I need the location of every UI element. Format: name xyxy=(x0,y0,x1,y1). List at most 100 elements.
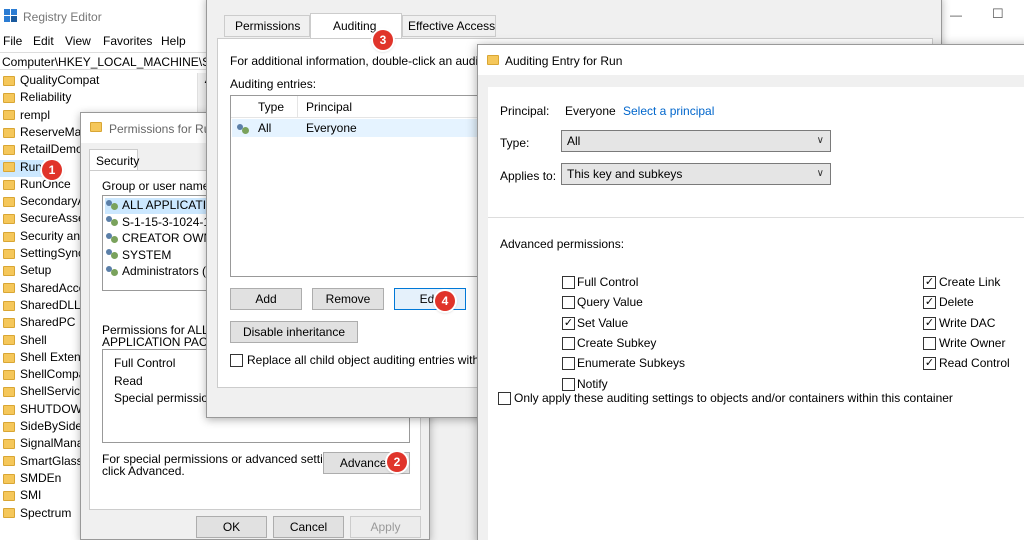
tree-item[interactable]: SmartGlass xyxy=(0,454,83,471)
tree-item-label: SecondaryA xyxy=(20,194,86,209)
tab-permissions[interactable]: Permissions xyxy=(224,15,310,37)
remove-button[interactable]: Remove xyxy=(312,288,384,310)
only-apply-label: Only apply these auditing settings to ob… xyxy=(514,391,953,405)
tree-item-label: ShellService xyxy=(20,384,87,399)
only-apply-checkbox[interactable] xyxy=(498,392,511,405)
tree-item-label: Reliability xyxy=(20,90,72,105)
permission-label: Write DAC xyxy=(939,315,996,330)
tree-item[interactable]: ShellCompa xyxy=(0,367,85,384)
tree-item[interactable]: ReserveMan xyxy=(0,125,88,142)
list-header: Type Principal xyxy=(231,96,479,118)
replace-child-checkbox[interactable] xyxy=(230,354,243,367)
minimize-icon[interactable]: — xyxy=(950,8,962,22)
users-icon xyxy=(105,265,119,278)
permission-checkbox[interactable] xyxy=(923,336,936,350)
permission-checkbox[interactable]: ✓ xyxy=(562,316,575,330)
tree-item[interactable]: SHUTDOWN xyxy=(0,402,91,419)
tree-item[interactable]: SettingSync xyxy=(0,246,84,263)
tree-item[interactable]: SMI xyxy=(0,488,41,505)
maximize-icon[interactable]: ☐ xyxy=(992,6,1004,22)
tree-item-label: rempl xyxy=(20,107,51,122)
tree-item[interactable]: SharedAcces xyxy=(0,281,91,298)
permission-checkbox[interactable] xyxy=(562,377,575,391)
permission-checkbox[interactable]: ✓ xyxy=(923,296,936,310)
tree-item[interactable]: RetailDemo xyxy=(0,142,83,159)
permission-label: Delete xyxy=(939,295,974,310)
add-button[interactable]: Add xyxy=(230,288,302,310)
permission-checkbox[interactable] xyxy=(562,296,575,310)
regedit-address-bar[interactable]: Computer\HKEY_LOCAL_MACHINE\SOF xyxy=(0,52,215,70)
tree-item[interactable]: ShellService xyxy=(0,384,87,401)
step-badge-1: 1 xyxy=(42,160,62,180)
menu-file[interactable]: File xyxy=(3,34,22,48)
tree-item[interactable]: SecondaryA xyxy=(0,194,85,211)
tree-item[interactable]: Spectrum xyxy=(0,506,71,523)
auditing-entry-row[interactable]: All Everyone xyxy=(232,119,478,137)
tree-item[interactable]: SMDEn xyxy=(0,471,61,488)
permission-checkbox[interactable] xyxy=(562,276,575,289)
tree-item[interactable]: Reliability xyxy=(0,90,71,107)
type-select-value: All xyxy=(567,134,581,148)
tree-item[interactable]: rempl xyxy=(0,108,50,125)
applies-to-select[interactable]: This key and subkeys ∨ xyxy=(561,163,831,185)
tree-item[interactable]: SecureAsses xyxy=(0,211,91,228)
folder-icon xyxy=(3,179,15,190)
tree-item[interactable]: SharedPC xyxy=(0,315,75,332)
select-principal-link[interactable]: Select a principal xyxy=(623,104,714,118)
folder-icon xyxy=(3,266,15,277)
folder-icon xyxy=(3,214,15,225)
user-name: S-1-15-3-1024-106 xyxy=(122,214,211,229)
regedit-title: Registry Editor xyxy=(23,10,102,24)
col-type[interactable]: Type xyxy=(258,100,284,114)
folder-icon xyxy=(3,75,15,86)
menu-favorites[interactable]: Favorites xyxy=(103,34,152,48)
tree-item-label: QualityCompat xyxy=(20,73,100,87)
tree-item[interactable]: SignalManag xyxy=(0,436,90,453)
auditing-info-text: For additional information, double-click… xyxy=(230,54,482,68)
permission-checkbox[interactable]: ✓ xyxy=(923,316,936,330)
type-label: Type: xyxy=(500,136,530,150)
permission-checkbox[interactable] xyxy=(562,336,575,350)
tree-item[interactable]: RunOnce xyxy=(0,177,71,194)
perm-item: Full Control xyxy=(114,356,176,370)
tree-item-label: ReserveMan xyxy=(20,124,89,139)
ok-button[interactable]: OK xyxy=(196,516,267,538)
tree-item[interactable]: Run xyxy=(0,159,44,177)
auditing-entries-label: Auditing entries: xyxy=(230,77,317,91)
apply-button[interactable]: Apply xyxy=(350,516,421,538)
tree-item[interactable]: SideBySide xyxy=(0,419,82,436)
tree-item[interactable]: SharedDLLs xyxy=(0,298,87,315)
users-icon xyxy=(105,249,119,261)
permission-checkbox[interactable] xyxy=(562,357,575,371)
user-list-item[interactable]: ALL APPLICATION xyxy=(105,198,211,214)
permission-checkbox[interactable]: ✓ xyxy=(923,276,936,289)
menu-edit[interactable]: Edit xyxy=(33,34,54,48)
type-select[interactable]: All ∨ xyxy=(561,130,831,152)
user-list-item[interactable]: CREATOR OWNE xyxy=(105,231,211,247)
folder-icon xyxy=(3,162,15,173)
tree-item[interactable]: Security and xyxy=(0,229,87,246)
menu-help[interactable]: Help xyxy=(161,34,186,48)
edit-button[interactable]: Edit xyxy=(394,288,466,310)
background-window-right: — ☐ xyxy=(930,0,1024,48)
tree-item[interactable]: Setup xyxy=(0,263,51,280)
col-principal[interactable]: Principal xyxy=(306,100,352,114)
tree-item[interactable]: Shell xyxy=(0,333,47,350)
user-list-item[interactable]: S-1-15-3-1024-106 xyxy=(105,214,211,231)
user-list-item[interactable]: SYSTEM xyxy=(105,248,211,264)
folder-icon xyxy=(3,456,15,467)
menu-view[interactable]: View xyxy=(65,34,91,48)
tree-item[interactable]: Shell Extensi xyxy=(0,350,89,367)
tab-security[interactable]: Security xyxy=(89,149,139,171)
folder-icon xyxy=(3,352,15,363)
user-list-item[interactable]: Administrators (CLI xyxy=(105,264,211,280)
tree-item[interactable]: QualityCompat xyxy=(0,73,99,90)
auditing-entries-list: Type Principal All Everyone xyxy=(230,95,480,277)
cancel-button[interactable]: Cancel xyxy=(273,516,344,538)
folder-icon xyxy=(3,127,15,138)
folder-icon xyxy=(3,387,15,398)
folder-icon xyxy=(3,473,15,484)
permission-checkbox[interactable]: ✓ xyxy=(923,357,936,371)
tab-effective-access[interactable]: Effective Access xyxy=(402,15,496,37)
disable-inheritance-button[interactable]: Disable inheritance xyxy=(230,321,358,343)
